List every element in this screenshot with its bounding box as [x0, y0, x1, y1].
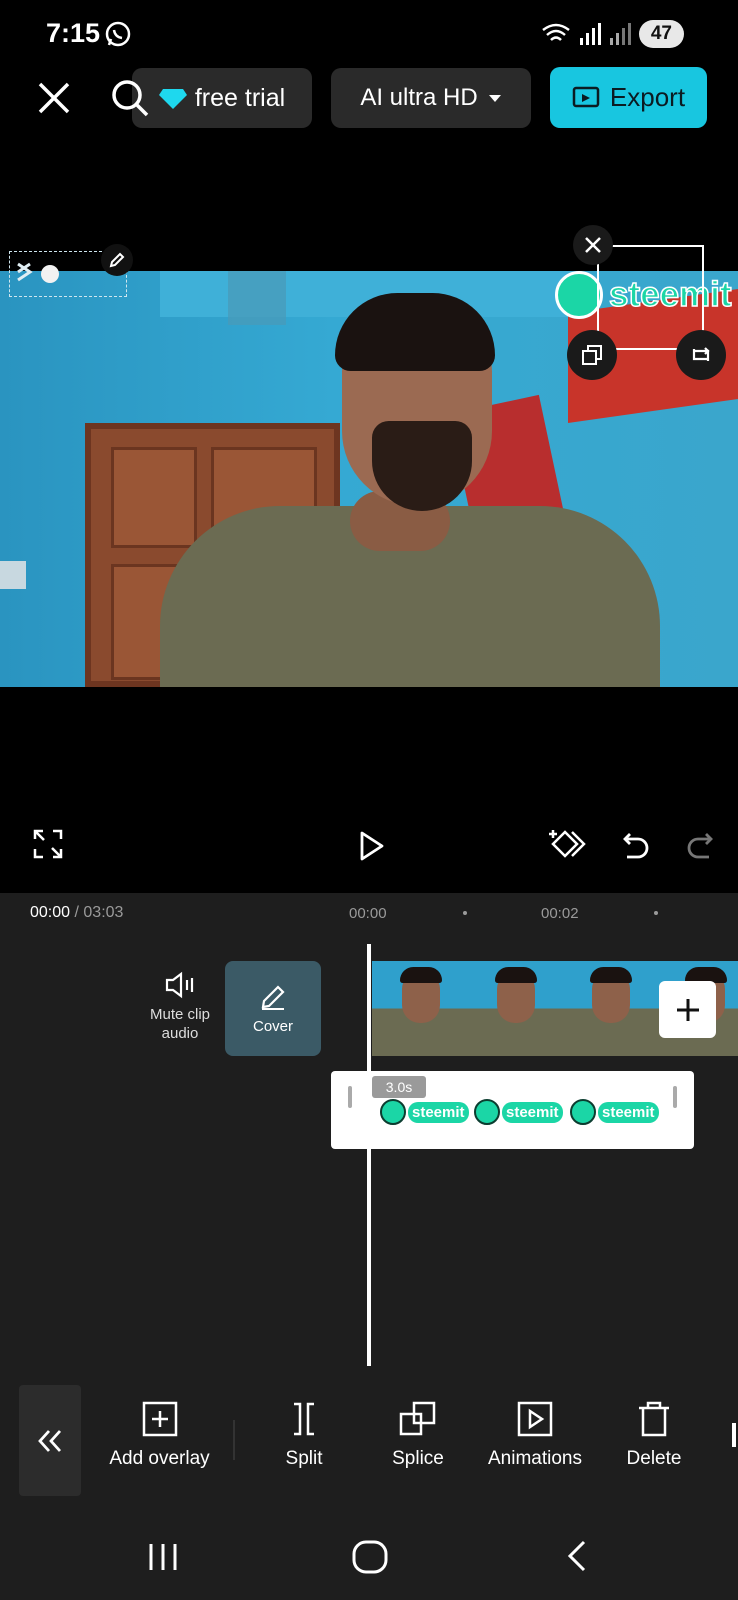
speech-bubble-icon: [555, 271, 603, 319]
mute-label: Mute clip audio: [149, 1006, 211, 1042]
pencil-icon: [261, 985, 285, 1010]
clip-frame: [372, 961, 467, 1056]
add-clip-button[interactable]: [659, 981, 716, 1038]
redo-button[interactable]: [680, 823, 724, 867]
free-trial-label: free trial: [194, 83, 286, 112]
back-icon[interactable]: [562, 1538, 592, 1574]
search-icon[interactable]: [110, 78, 150, 118]
tick-dot: [463, 911, 467, 915]
tool-splice[interactable]: Splice: [385, 1400, 451, 1470]
undo-button[interactable]: [612, 823, 656, 867]
fullscreen-button[interactable]: [26, 822, 70, 866]
plus-icon: [676, 998, 699, 1021]
tool-label: Splice: [392, 1448, 444, 1469]
animations-icon: [517, 1401, 553, 1437]
tool-split[interactable]: Split: [276, 1400, 332, 1470]
duration-badge: 3.0s: [372, 1076, 426, 1098]
status-time: 7:15: [46, 18, 101, 48]
copy-icon: [582, 345, 602, 365]
rotate-icon: [692, 347, 710, 361]
tool-add-overlay[interactable]: Add overlay: [101, 1400, 218, 1470]
trim-handle-left[interactable]: [348, 1086, 352, 1108]
tool-animations[interactable]: Animations: [481, 1400, 589, 1470]
tool-delete[interactable]: Delete: [620, 1400, 688, 1470]
time-tick: 00:00: [349, 905, 387, 922]
toolbar-divider: [233, 1420, 235, 1460]
free-trial-button[interactable]: free trial: [132, 68, 312, 128]
overlay-thumb: steemit: [380, 1099, 469, 1125]
wifi-icon: [542, 23, 570, 41]
whatsapp-icon: [105, 21, 131, 47]
wall-vent: [228, 271, 286, 325]
play-button[interactable]: [348, 824, 392, 868]
clip-frame: [467, 961, 562, 1056]
delete-icon: [639, 1401, 669, 1437]
splice-icon: [399, 1401, 436, 1436]
tool-label: Add overlay: [109, 1448, 210, 1469]
overlay-thumb-text: steemit: [502, 1101, 563, 1123]
tool-label: Animations: [488, 1448, 582, 1469]
duplicate-sticker-button[interactable]: [567, 330, 617, 380]
cover-button[interactable]: Cover: [225, 961, 321, 1056]
total-time: / 03:03: [74, 904, 124, 921]
split-icon: [294, 1402, 314, 1436]
play-icon: [360, 831, 384, 861]
toolbar-overflow-edge: [732, 1423, 736, 1447]
trim-handle-right[interactable]: [673, 1086, 677, 1108]
clip-frame: [562, 961, 657, 1056]
current-time: 00:00: [30, 904, 71, 921]
close-icon: [585, 237, 601, 253]
export-label: Export: [609, 82, 686, 112]
time-readout: 00:00 / 03:03: [30, 904, 123, 922]
status-indicators: 47: [541, 20, 684, 48]
wall-switch: [0, 561, 26, 589]
chevron-down-icon: [488, 95, 501, 102]
signal-2-icon: [609, 23, 631, 45]
overlay-thumb: steemit: [570, 1099, 659, 1125]
tick-dot: [654, 911, 658, 915]
overlay-thumb: steemit: [474, 1099, 563, 1125]
capcut-watermark-icon: [17, 262, 59, 283]
edit-watermark-button[interactable]: [101, 244, 133, 276]
home-icon[interactable]: [350, 1538, 390, 1576]
mute-clip-button[interactable]: Mute clip audio: [145, 970, 215, 1043]
fullscreen-icon: [33, 829, 63, 859]
tool-label: Split: [285, 1448, 323, 1469]
remove-sticker-button[interactable]: [573, 225, 613, 265]
overlay-thumb-text: steemit: [408, 1101, 469, 1123]
rotate-sticker-button[interactable]: [676, 330, 726, 380]
collapse-toolbar-button[interactable]: [19, 1385, 81, 1496]
keyframe-icon: [549, 830, 586, 858]
close-icon[interactable]: [34, 78, 74, 118]
export-button[interactable]: Export: [550, 67, 707, 128]
battery-indicator: 47: [638, 20, 684, 48]
signal-icon: [579, 23, 601, 45]
keyframe-button[interactable]: [544, 822, 588, 866]
pencil-icon: [109, 252, 125, 268]
cover-label: Cover: [252, 1018, 293, 1035]
export-icon: [572, 86, 600, 107]
diamond-icon: [158, 89, 187, 109]
overlay-thumb-text: steemit: [598, 1101, 659, 1123]
recent-apps-icon[interactable]: [145, 1540, 181, 1574]
add-overlay-icon: [142, 1401, 177, 1437]
tool-label: Delete: [626, 1448, 682, 1469]
quality-dropdown[interactable]: AI ultra HD: [331, 68, 531, 128]
double-chevron-left-icon: [38, 1429, 62, 1452]
speaker-icon: [165, 971, 194, 999]
undo-icon: [623, 833, 649, 859]
quality-label: AI ultra HD: [360, 84, 478, 111]
playhead[interactable]: [367, 944, 371, 1366]
redo-icon: [687, 833, 713, 859]
time-tick: 00:02: [541, 905, 579, 922]
